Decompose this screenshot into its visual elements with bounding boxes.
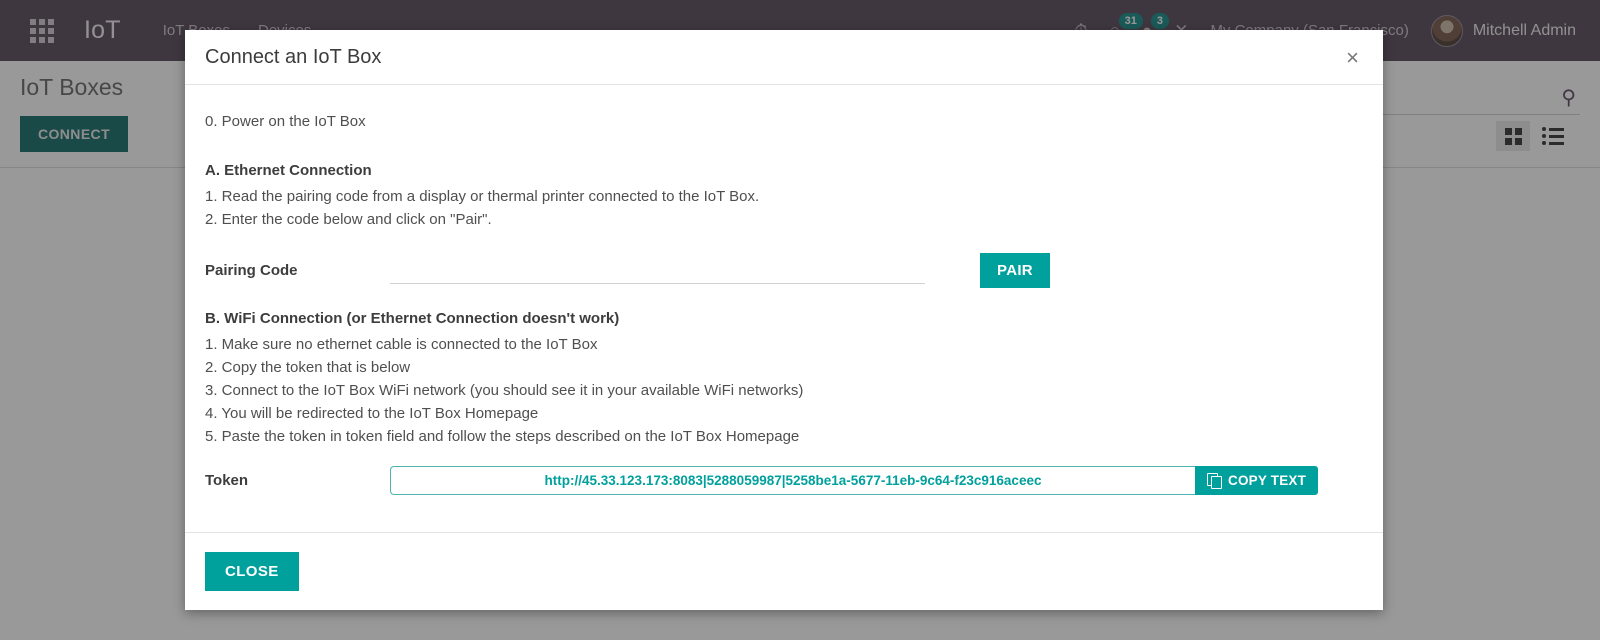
app-root: IoT IoT Boxes Devices ⏱ ○ 31 ● 3 ✕ My Co… — [0, 0, 1600, 640]
token-input[interactable] — [390, 466, 1195, 495]
section-wifi-step-1: 1. Make sure no ethernet cable is connec… — [205, 336, 598, 353]
dialog-title: Connect an IoT Box — [205, 45, 382, 68]
dialog-footer: CLOSE — [185, 532, 1383, 610]
copy-text-button[interactable]: COPY TEXT — [1195, 466, 1319, 495]
step-power-on: 0. Power on the IoT Box — [205, 113, 366, 130]
section-wifi-step-2: 2. Copy the token that is below — [205, 359, 411, 376]
section-wifi-step-3: 3. Connect to the IoT Box WiFi network (… — [205, 382, 804, 399]
pairing-code-input[interactable] — [390, 257, 925, 284]
section-wifi: B. WiFi Connection (or Ethernet Connecti… — [205, 310, 1363, 448]
dialog-header: Connect an IoT Box × — [185, 30, 1383, 85]
pairing-code-row: Pairing Code PAIR — [205, 253, 1363, 288]
pairing-code-label: Pairing Code — [205, 262, 298, 279]
copy-text-label: COPY TEXT — [1228, 473, 1307, 488]
section-wifi-step-5: 5. Paste the token in token field and fo… — [205, 428, 800, 445]
section-ethernet-step-1: 1. Read the pairing code from a display … — [205, 188, 760, 205]
dialog-body: 0. Power on the IoT Box A. Ethernet Conn… — [185, 85, 1383, 532]
pair-button[interactable]: PAIR — [980, 253, 1050, 288]
section-ethernet-heading: A. Ethernet Connection — [205, 162, 372, 179]
close-icon[interactable]: × — [1338, 43, 1367, 73]
section-wifi-step-4: 4. You will be redirected to the IoT Box… — [205, 405, 539, 422]
token-row: Token COPY TEXT — [205, 466, 1363, 495]
token-label: Token — [205, 472, 249, 489]
section-ethernet: A. Ethernet Connection 1. Read the pairi… — [205, 162, 1363, 231]
close-button[interactable]: CLOSE — [205, 552, 299, 591]
section-ethernet-step-2: 2. Enter the code below and click on "Pa… — [205, 211, 492, 228]
token-input-group: COPY TEXT — [390, 466, 1319, 495]
connect-iot-box-dialog: Connect an IoT Box × 0. Power on the IoT… — [185, 30, 1383, 610]
copy-icon — [1207, 473, 1222, 489]
section-wifi-heading: B. WiFi Connection (or Ethernet Connecti… — [205, 310, 620, 327]
